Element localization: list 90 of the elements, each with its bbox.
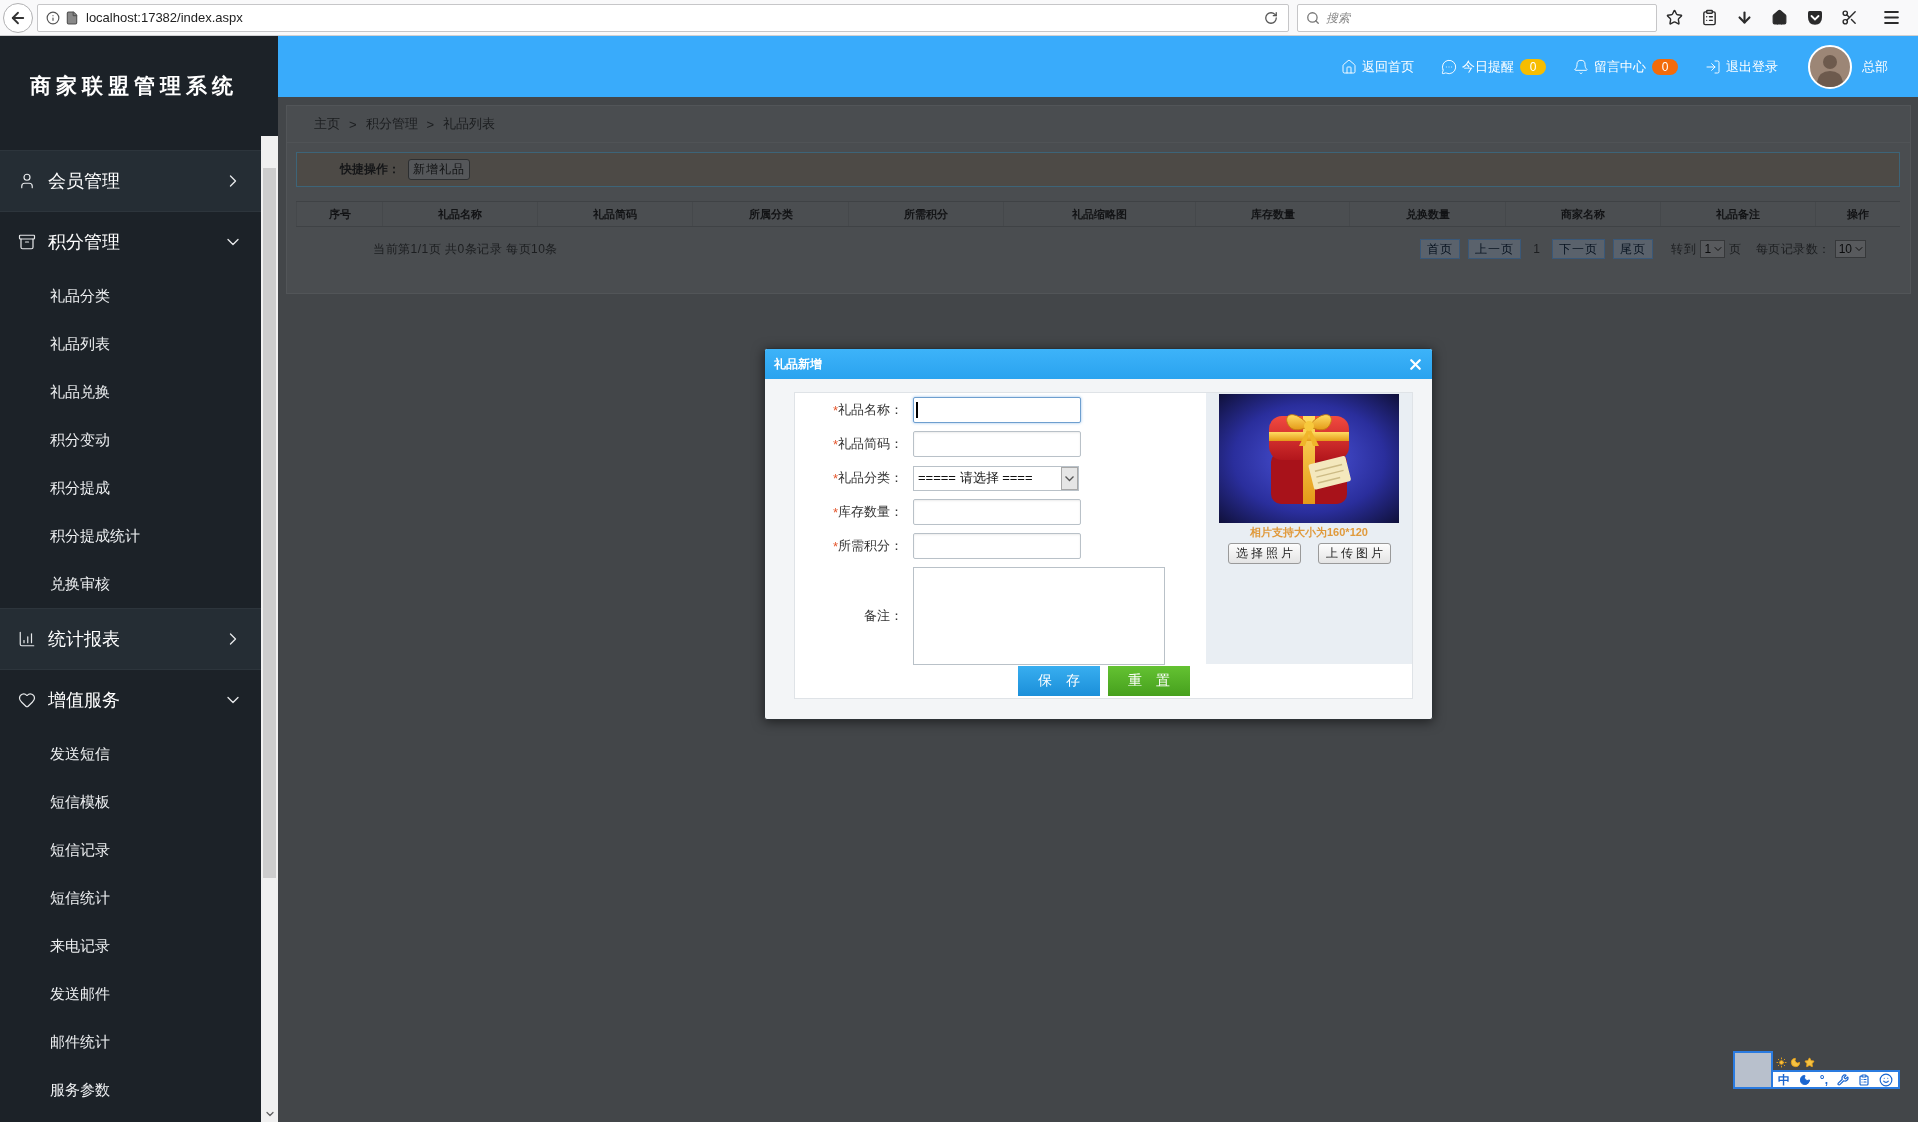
column-header: 礼品简码 [537, 202, 692, 226]
sidebar-item[interactable]: 短信统计 [0, 874, 261, 922]
search-icon [1306, 10, 1320, 25]
scrollbar[interactable] [261, 136, 278, 1122]
clipboard-icon[interactable] [1858, 1073, 1870, 1086]
user-icon [18, 172, 36, 190]
reload-icon [1264, 10, 1278, 25]
notification-badge: 0 [1520, 58, 1546, 75]
required-asterisk: * [832, 470, 838, 486]
sidebar-item[interactable]: 短信模板 [0, 778, 261, 826]
input-mode-label[interactable]: 中 [1777, 1073, 1790, 1086]
scrollbar-thumb[interactable] [263, 168, 276, 878]
sidebar-group[interactable]: 统计报表 [0, 608, 261, 669]
notification-badge: 0 [1652, 58, 1678, 75]
smiley-icon[interactable] [1879, 1072, 1893, 1087]
required-asterisk: * [832, 504, 838, 520]
breadcrumb-separator: > [426, 116, 435, 132]
sidebar-item[interactable]: 积分提成 [0, 464, 261, 512]
column-header: 礼品缩略图 [1003, 202, 1195, 226]
sun-icon [1775, 1057, 1787, 1068]
sidebar-item[interactable]: 短信记录 [0, 826, 261, 874]
sidebar-item[interactable]: 积分变动 [0, 416, 261, 464]
home-icon [1771, 9, 1788, 26]
field-label: 库存数量： [838, 503, 903, 521]
quick-actions-label: 快捷操作： [340, 161, 400, 178]
star-icon [1666, 9, 1683, 26]
caret-icon [1061, 466, 1078, 490]
field-label: 所需积分： [838, 537, 903, 555]
field-label: 礼品分类： [838, 469, 903, 487]
heart-icon [18, 691, 36, 709]
photo-button[interactable]: 上传图片 [1317, 543, 1391, 564]
text-input[interactable] [913, 499, 1081, 525]
punctuation-mode[interactable]: °, [1819, 1073, 1828, 1086]
required-asterisk: * [832, 436, 838, 452]
address-bar[interactable]: localhost:17382/index.aspx [37, 3, 1289, 32]
bell-icon [1573, 58, 1589, 75]
photo-button[interactable]: 选择照片 [1227, 543, 1301, 564]
sidebar-item[interactable]: 邮件统计 [0, 1018, 261, 1066]
moon-icon [1789, 1057, 1801, 1068]
bar-chart-icon [18, 630, 36, 648]
sidebar-item[interactable]: 服务参数 [0, 1066, 261, 1114]
scissors-icon [1841, 9, 1858, 26]
moon-icon[interactable] [1798, 1073, 1811, 1086]
app-logo-title: 商家联盟管理系统 [30, 72, 238, 100]
star-icon [1803, 1057, 1815, 1068]
sidebar-group[interactable]: 会员管理 [0, 150, 261, 211]
field-label: 礼品名称： [838, 401, 903, 419]
info-icon [46, 10, 60, 25]
column-header: 商家名称 [1505, 202, 1660, 226]
sidebar-item[interactable]: 积分提成统计 [0, 512, 261, 560]
column-header: 所需积分 [848, 202, 1003, 226]
text-input[interactable] [913, 431, 1081, 457]
dropdown[interactable]: ===== 请选择 ==== [913, 465, 1079, 491]
menu-icon [1882, 8, 1901, 27]
breadcrumb-separator: > [349, 116, 357, 132]
home-icon [1341, 58, 1357, 75]
photo-size-hint: 相片支持大小为160*120 [1249, 525, 1369, 540]
column-header: 兑换数量 [1349, 202, 1505, 226]
chat-bubble-icon [1441, 58, 1457, 75]
back-button[interactable] [3, 2, 33, 33]
pocket-icon [1806, 9, 1823, 26]
download-icon [1736, 9, 1753, 26]
sidebar-item[interactable]: 来电记录 [0, 922, 261, 970]
column-header: 操作 [1815, 202, 1900, 226]
sidebar-item[interactable]: 发送邮件 [0, 970, 261, 1018]
page-icon [65, 10, 79, 25]
column-header: 库存数量 [1195, 202, 1349, 226]
logout-icon [1705, 58, 1721, 75]
field-label: 备注： [864, 607, 903, 625]
sidebar-item[interactable]: 发送短信 [0, 730, 261, 778]
clipboard-icon [1701, 9, 1718, 26]
avatar-icon[interactable] [1808, 44, 1852, 89]
required-asterisk: * [832, 538, 838, 554]
search-field[interactable]: 搜索 [1297, 3, 1657, 32]
text-cursor-icon [916, 402, 918, 418]
text-input[interactable] [913, 397, 1081, 423]
column-header: 礼品备注 [1660, 202, 1815, 226]
required-asterisk: * [832, 402, 838, 418]
column-header: 礼品名称 [382, 202, 537, 226]
sidebar-item[interactable]: 礼品分类 [0, 272, 261, 320]
field-label: 礼品简码： [838, 435, 903, 453]
column-header: 序号 [296, 202, 382, 226]
sidebar-item[interactable]: 兑换审核 [0, 560, 261, 608]
sidebar-item[interactable]: 礼品列表 [0, 320, 261, 368]
sidebar-item[interactable]: 礼品兑换 [0, 368, 261, 416]
wrench-icon[interactable] [1837, 1073, 1849, 1086]
dialog-title: 礼品新增 [774, 355, 822, 373]
archive-box-icon [18, 233, 36, 251]
text-input[interactable] [913, 533, 1081, 559]
column-header: 所属分类 [692, 202, 848, 226]
